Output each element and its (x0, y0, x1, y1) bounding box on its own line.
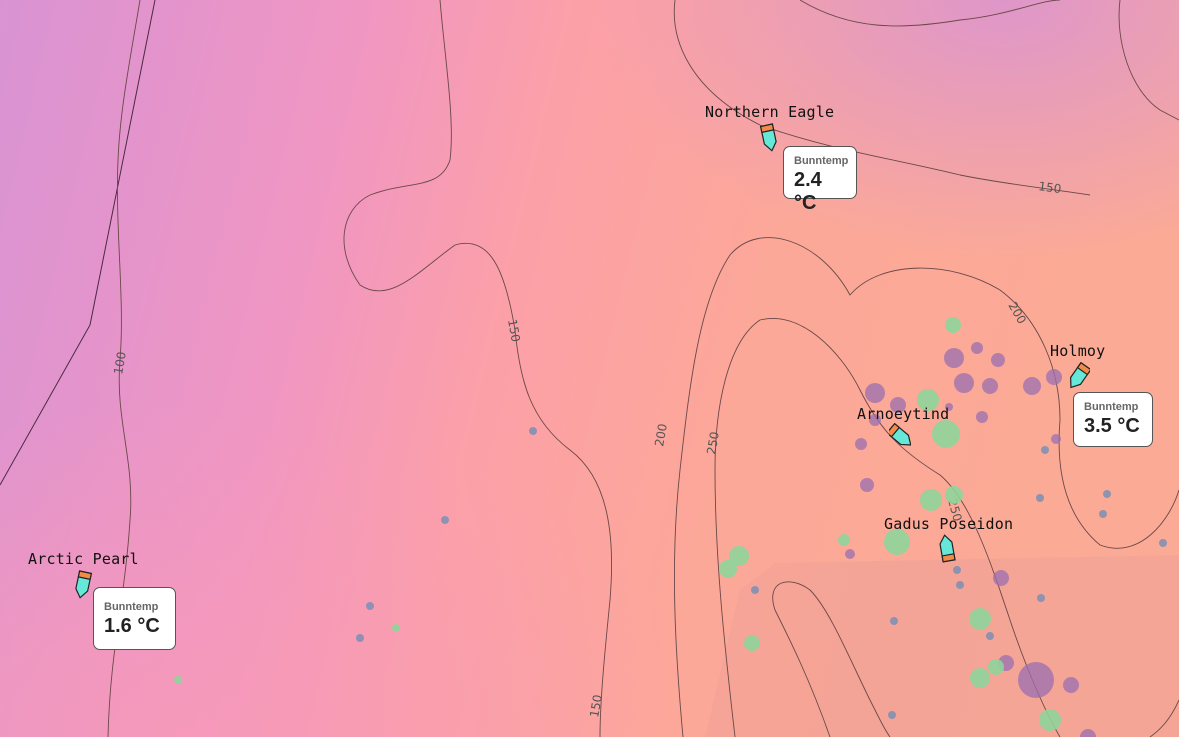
bottom-temp-value: 2.4 °C (794, 169, 822, 214)
vessel-label-northern-eagle[interactable]: Northern Eagle (705, 103, 834, 121)
vessel-label-holmoy[interactable]: Holmoy (1050, 342, 1105, 360)
bottom-temp-value: 3.5 °C (1084, 415, 1140, 437)
bottom-temp-label: Bunntemp (104, 601, 159, 613)
bottom-temp-value: 1.6 °C (104, 615, 160, 637)
vessel-icon[interactable] (889, 420, 911, 452)
vessel-label-arctic-pearl[interactable]: Arctic Pearl (28, 550, 139, 568)
map-canvas[interactable]: 150 150 150 100 200 200 250 250 Northern… (0, 0, 1179, 737)
map-base: 150 150 150 100 200 200 250 250 (0, 0, 1179, 737)
vessel-label-gadus-poseidon[interactable]: Gadus Poseidon (884, 515, 1013, 533)
bottom-temp-label: Bunntemp (794, 155, 849, 167)
bottom-temp-card-northern-eagle[interactable]: Bunntemp 2.4 °C (783, 146, 857, 214)
vessel-icon[interactable] (758, 121, 780, 153)
bottom-temp-card-arctic-pearl[interactable]: Bunntemp 1.6 °C (93, 587, 176, 650)
vessel-icon[interactable] (936, 533, 958, 565)
vessel-icon[interactable] (72, 568, 94, 600)
bottom-temp-card-holmoy[interactable]: Bunntemp 3.5 °C (1073, 392, 1153, 447)
vessel-icon[interactable] (1068, 360, 1090, 392)
bottom-temp-label: Bunntemp (1084, 401, 1139, 413)
